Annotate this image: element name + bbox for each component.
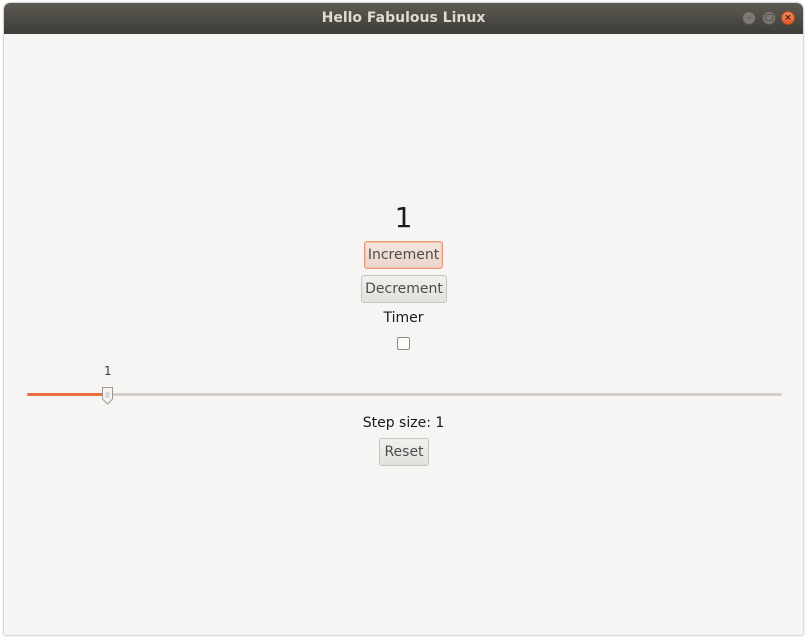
increment-button[interactable]: Increment — [364, 241, 443, 269]
minimize-icon: – — [746, 12, 752, 23]
decrement-button[interactable]: Decrement — [361, 275, 447, 303]
timer-checkbox[interactable] — [397, 337, 410, 350]
reset-button[interactable]: Reset — [379, 438, 429, 466]
window-title: Hello Fabulous Linux — [321, 10, 486, 26]
step-slider[interactable] — [27, 393, 782, 396]
maximize-icon: □ — [764, 12, 774, 23]
maximize-button[interactable]: □ — [762, 11, 776, 25]
close-icon: × — [784, 12, 792, 23]
slider-value-label: 1 — [103, 364, 112, 378]
close-button[interactable]: × — [781, 11, 795, 25]
title-bar[interactable]: Hello Fabulous Linux – □ × — [4, 3, 803, 34]
slider-fill — [27, 393, 108, 396]
slider-handle[interactable] — [101, 386, 114, 405]
minimize-button[interactable]: – — [742, 11, 756, 25]
app-window: Hello Fabulous Linux – □ × 1 Increment D… — [4, 3, 803, 635]
counter-value: 1 — [394, 201, 413, 234]
timer-label: Timer — [383, 310, 424, 326]
step-size-label: Step size: 1 — [362, 415, 445, 431]
